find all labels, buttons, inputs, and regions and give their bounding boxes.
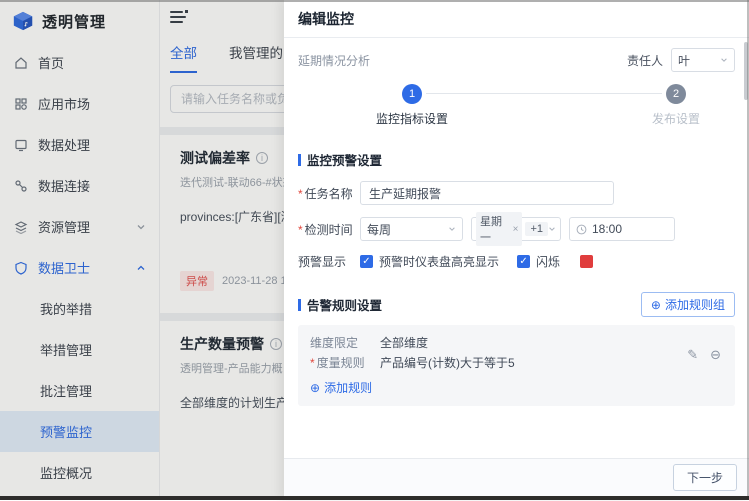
edit-rule-icon[interactable]: ✎ [687, 347, 698, 363]
time-picker[interactable]: 18:00 [569, 217, 675, 241]
highlight-checkbox-label: 预警时仪表盘高亮显示 [379, 253, 499, 270]
drawer-body: 延期情况分析 责任人 叶 1 2 监控指标设置 发布设置 监控预警设置 [284, 48, 749, 406]
tag-close-icon[interactable]: × [513, 224, 519, 235]
owner-label: 责任人 [627, 52, 663, 69]
step-2-label: 发布设置 [631, 110, 721, 127]
required-asterisk: * [298, 223, 303, 237]
alert-display-row: 预警显示 ✓ 预警时仪表盘高亮显示 ✓ 闪烁 [298, 253, 735, 270]
add-rule-link[interactable]: ⊕ 添加规则 [310, 379, 723, 396]
analysis-name-label: 延期情况分析 [298, 52, 370, 69]
rule-group-card: 维度限定 全部维度 *度量规则 产品编号(计数)大于等于5 ✎ ⊖ ⊕ 添加规则 [298, 325, 735, 406]
section-title: 告警规则设置 [307, 295, 382, 314]
chevron-down-icon [448, 225, 456, 233]
measure-rule-value: 产品编号(计数)大于等于5 [380, 354, 515, 371]
blink-checkbox-label: 闪烁 [536, 253, 560, 270]
measure-rule-label: *度量规则 [310, 354, 380, 371]
section-accent-bar [298, 154, 301, 166]
circle-plus-icon: ⊕ [651, 299, 661, 311]
screen-edge-bottom [0, 496, 749, 500]
weekday-tag-label: 星期一 [480, 213, 510, 245]
dimension-limit-row: 维度限定 全部维度 [310, 334, 723, 351]
frequency-select[interactable]: 每周 [360, 217, 463, 241]
circle-plus-icon: ⊕ [310, 382, 320, 394]
measure-rule-row: *度量规则 产品编号(计数)大于等于5 [310, 354, 723, 371]
frequency-value: 每周 [367, 221, 391, 238]
steps-wizard: 1 2 监控指标设置 发布设置 [298, 78, 735, 140]
drawer-title: 编辑监控 [298, 9, 354, 29]
step-connector-line [426, 93, 662, 94]
owner-select[interactable]: 叶 [671, 48, 735, 72]
task-name-input[interactable] [360, 181, 614, 205]
section-accent-bar [298, 299, 301, 311]
weekday-tag: 星期一 × [476, 212, 522, 246]
weekday-multiselect[interactable]: 星期一 × +1 [471, 217, 561, 241]
owner-select-value: 叶 [678, 52, 690, 69]
required-asterisk: * [298, 187, 303, 201]
next-step-button[interactable]: 下一步 [673, 464, 737, 491]
dimension-limit-value: 全部维度 [380, 334, 428, 351]
clock-icon [576, 224, 587, 235]
step-1-label: 监控指标设置 [367, 110, 457, 127]
add-rule-group-button[interactable]: ⊕ 添加规则组 [641, 292, 735, 317]
alert-color-swatch[interactable] [580, 255, 593, 268]
alert-display-label: 预警显示 [298, 253, 360, 270]
time-value: 18:00 [592, 222, 622, 236]
check-time-row: *检测时间 每周 星期一 × +1 [298, 217, 735, 241]
check-time-label: *检测时间 [298, 221, 360, 238]
drawer-header: 编辑监控 [284, 0, 749, 38]
dimension-limit-label: 维度限定 [310, 334, 380, 351]
screen-edge-top [0, 0, 749, 2]
more-count-tag: +1 [525, 222, 548, 236]
edit-monitor-drawer: 编辑监控 延期情况分析 责任人 叶 1 2 监控指标设置 发布设置 [284, 0, 749, 500]
highlight-checkbox[interactable]: ✓ [360, 255, 373, 268]
add-rule-label: 添加规则 [324, 379, 372, 396]
step-1-circle[interactable]: 1 [402, 84, 422, 104]
section-alert-rules: 告警规则设置 ⊕ 添加规则组 [298, 292, 735, 317]
blink-checkbox[interactable]: ✓ [517, 255, 530, 268]
section-warning-settings: 监控预警设置 [298, 150, 735, 169]
task-name-row: *任务名称 [298, 181, 735, 205]
required-asterisk: * [310, 356, 315, 370]
drawer-footer: 下一步 [284, 458, 749, 496]
add-rule-group-label: 添加规则组 [665, 296, 725, 313]
step-2-circle[interactable]: 2 [666, 84, 686, 104]
task-name-label: *任务名称 [298, 185, 360, 202]
remove-rule-icon[interactable]: ⊖ [710, 347, 721, 363]
chevron-down-icon [548, 225, 556, 233]
chevron-down-icon [720, 56, 728, 64]
section-title: 监控预警设置 [307, 150, 382, 169]
